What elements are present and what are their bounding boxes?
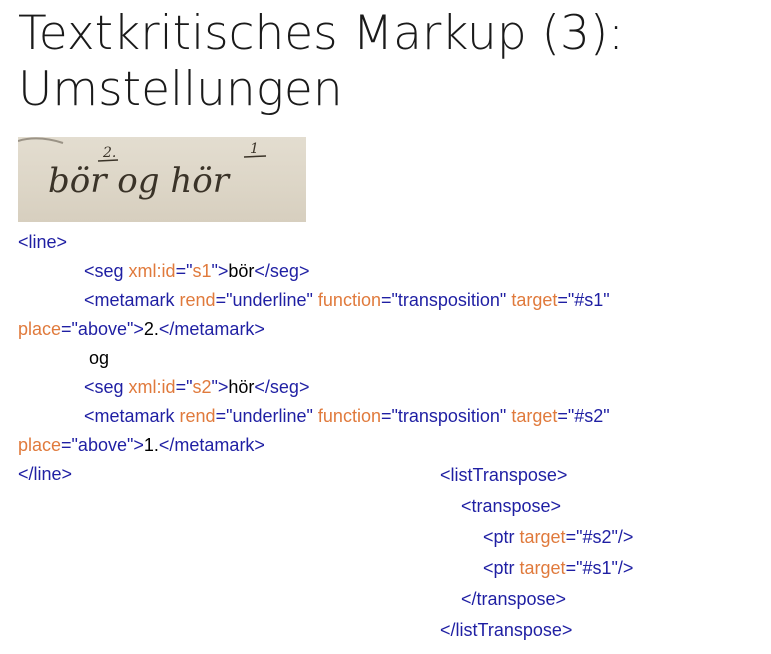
code-line-5: og <box>89 348 109 369</box>
code-line-3: <metamark rend="underline" function="tra… <box>84 290 610 311</box>
tag-ptr-end: /> <box>617 527 634 547</box>
attr-target: target <box>506 290 558 310</box>
code-line-6: <seg xml:id="s2">hör</seg> <box>84 377 309 398</box>
tag-metamark-end: </metamark> <box>158 435 265 455</box>
attr-val-s1: s1 <box>192 261 212 281</box>
tag-listtranspose-open: <listTranspose> <box>440 465 568 485</box>
seg-text-bor: bör <box>228 261 255 281</box>
code-line-8: place="above">1.</metamark> <box>18 435 265 456</box>
code-line-1: <line> <box>18 232 67 253</box>
tag-ptr-end: /> <box>617 558 634 578</box>
attr-xml-id: xml:id <box>128 261 176 281</box>
manuscript-image: bör og hör 2. 1 <box>18 137 306 222</box>
tag-metamark-open: <metamark <box>84 290 180 310</box>
attr-val-s2: s2 <box>192 377 212 397</box>
text-og: og <box>89 348 110 368</box>
slide-title-line2: Umstellungen <box>18 62 343 117</box>
attr-target: target <box>519 558 566 578</box>
code2-line-2: <transpose> <box>461 496 561 517</box>
manuscript-word-bor: bör og hör <box>48 161 231 201</box>
attr-rend: rend <box>179 290 216 310</box>
attr-val-target-s2: ="#s2" <box>565 527 618 547</box>
tag-close: > <box>133 435 144 455</box>
code2-line-3: <ptr target="#s2"/> <box>483 527 633 548</box>
attr-place: place <box>18 435 62 455</box>
attr-function: function <box>312 406 381 426</box>
tag-close: "> <box>211 261 229 281</box>
code-line-4: place="above">2.</metamark> <box>18 319 265 340</box>
tag-close: "> <box>211 377 229 397</box>
attr-val-above: ="above" <box>61 319 134 339</box>
tag-metamark-open: <metamark <box>84 406 180 426</box>
attr-val-target-s2: ="#s2" <box>557 406 610 426</box>
tag-metamark-end: </metamark> <box>158 319 265 339</box>
attr-xml-id: xml:id <box>128 377 176 397</box>
code2-line-4: <ptr target="#s1"/> <box>483 558 633 579</box>
tag-ptr-open: <ptr <box>483 527 520 547</box>
tag-seg-end: </seg> <box>254 377 310 397</box>
tag-line-close: </line> <box>18 464 73 484</box>
manuscript-handwriting: bör og hör 2. 1 <box>18 137 267 201</box>
code-line-9: </line> <box>18 464 72 485</box>
tag-seg-open: <seg <box>84 377 129 397</box>
tag-ptr-open: <ptr <box>483 558 520 578</box>
tag-listtranspose-close: </listTranspose> <box>440 620 573 640</box>
attr-val-underline: ="underline" <box>215 290 313 310</box>
tag-seg-end: </seg> <box>254 261 310 281</box>
code2-line-5: </transpose> <box>461 589 566 610</box>
tag-line-open: <line> <box>18 232 68 252</box>
seg-text-hor: hör <box>228 377 255 397</box>
attr-place: place <box>18 319 62 339</box>
metamark-text-2: 2. <box>143 319 159 339</box>
attr-val-target-s1: ="#s1" <box>557 290 610 310</box>
attr-rend: rend <box>179 406 216 426</box>
attr-eq: =" <box>175 261 193 281</box>
attr-val-target-s1: ="#s1" <box>565 558 618 578</box>
attr-target: target <box>506 406 558 426</box>
metamark-text-1: 1. <box>143 435 159 455</box>
attr-eq: =" <box>175 377 193 397</box>
slide-title: Textkritisches Markup (3): Umstellungen <box>18 6 758 118</box>
tag-transpose-open: <transpose> <box>461 496 562 516</box>
manuscript-mark-1: 1 <box>250 141 259 157</box>
code2-line-1: <listTranspose> <box>440 465 567 486</box>
attr-val-transposition: ="transposition" <box>380 290 507 310</box>
attr-function: function <box>312 290 381 310</box>
attr-val-underline: ="underline" <box>215 406 313 426</box>
attr-target: target <box>519 527 566 547</box>
code-line-7: <metamark rend="underline" function="tra… <box>84 406 610 427</box>
code-line-2: <seg xml:id="s1">bör</seg> <box>84 261 309 282</box>
tag-seg-open: <seg <box>84 261 129 281</box>
xml-code-listtranspose: <listTranspose> <transpose> <ptr target=… <box>440 465 760 650</box>
code2-line-6: </listTranspose> <box>440 620 572 641</box>
attr-val-above: ="above" <box>61 435 134 455</box>
slide-title-line1: Textkritisches Markup (3): <box>18 6 625 61</box>
xml-code-line: <line> <seg xml:id="s1">bör</seg> <metam… <box>18 232 758 492</box>
manuscript-mark-2: 2. <box>102 145 116 161</box>
tag-close: > <box>133 319 144 339</box>
tag-transpose-close: </transpose> <box>461 589 567 609</box>
attr-val-transposition: ="transposition" <box>380 406 507 426</box>
